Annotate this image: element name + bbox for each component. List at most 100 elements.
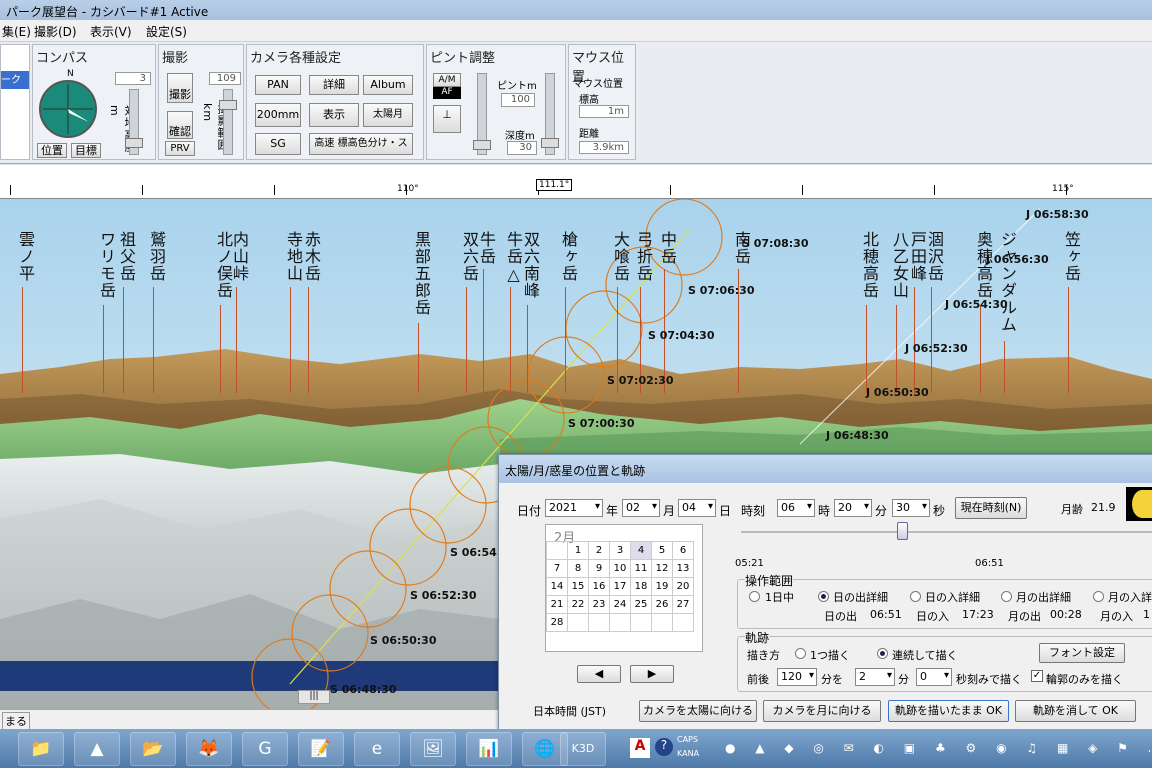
focus-slider[interactable]	[473, 73, 491, 155]
calendar-day[interactable]: 11	[630, 559, 652, 578]
calendar-day[interactable]: 4	[630, 541, 652, 560]
calendar-day[interactable]: 28	[546, 613, 568, 632]
shoot-range-field[interactable]: 109	[209, 72, 241, 85]
range-allday-radio[interactable]	[749, 591, 760, 602]
step-spinner[interactable]: 2	[855, 668, 895, 686]
left-list-item[interactable]: ーク展	[1, 71, 29, 101]
calendar-day[interactable]: 6	[672, 541, 694, 560]
ok-keep-track-button[interactable]: 軌跡を描いたまま OK	[888, 700, 1009, 722]
calendar-day[interactable]: 24	[609, 595, 631, 614]
time-slider-track[interactable]	[741, 531, 1152, 533]
taskbar-app-icon[interactable]: G	[242, 732, 288, 766]
calendar-day[interactable]: 5	[651, 541, 673, 560]
ground-height-thumb[interactable]	[125, 138, 143, 148]
taskbar-app-icon[interactable]: 📁	[18, 732, 64, 766]
calendar-day[interactable]: 13	[672, 559, 694, 578]
pan-button[interactable]: PAN	[255, 75, 301, 95]
next-month-button[interactable]: ▶	[630, 665, 674, 683]
calendar-day[interactable]: 8	[567, 559, 589, 578]
calendar-day[interactable]: 17	[609, 577, 631, 596]
calendar-day[interactable]: 1	[567, 541, 589, 560]
calendar-day[interactable]: 16	[588, 577, 610, 596]
compass-dial[interactable]	[39, 80, 97, 138]
zoom-200-button[interactable]: 200mm	[255, 103, 301, 127]
ok-clear-track-button[interactable]: 軌跡を消して OK	[1015, 700, 1136, 722]
menu-settings[interactable]: 設定(S)	[146, 23, 187, 40]
display-button[interactable]: 表示	[309, 103, 359, 127]
taskbar-app-icon[interactable]: 📝	[298, 732, 344, 766]
calendar-day[interactable]: 27	[672, 595, 694, 614]
system-tray-icons[interactable]: ● ▲ ◆ ◎ ✉ ◐ ▣ ♣ ⚙ ◉ ♫ ▦ ◈ ⚑ ♪ ◧ ▤	[725, 741, 1150, 755]
depth-slider[interactable]	[541, 73, 559, 155]
camera-to-sun-button[interactable]: カメラを太陽に向ける	[639, 700, 757, 722]
calendar-day[interactable]: 12	[651, 559, 673, 578]
dialog-title-bar[interactable]: 太陽/月/惑星の位置と軌跡	[499, 455, 1152, 483]
range-moonrise-radio[interactable]	[1001, 591, 1012, 602]
font-settings-button[interactable]: フォント設定	[1039, 643, 1125, 663]
time-slider-thumb[interactable]	[897, 522, 908, 540]
status-text[interactable]: まる	[2, 712, 30, 730]
menu-shoot[interactable]: 撮影(D)	[34, 23, 77, 40]
calendar-day[interactable]: 7	[546, 559, 568, 578]
colorize-button[interactable]: 高速 標高色分け・ス	[309, 133, 413, 155]
depth-thumb[interactable]	[541, 138, 559, 148]
detail-button[interactable]: 詳細	[309, 75, 359, 95]
target-button[interactable]: 目標	[71, 143, 101, 158]
minute-select[interactable]: 20	[834, 499, 872, 517]
ground-height-field[interactable]: 3	[115, 72, 151, 85]
now-button[interactable]: 現在時刻(N)	[955, 497, 1027, 519]
shoot-button[interactable]: 撮影	[167, 73, 193, 103]
draw-one-radio[interactable]	[795, 648, 806, 659]
taskbar-app-icon[interactable]: 📂	[130, 732, 176, 766]
azimuth-ruler[interactable]: 110° 111.1° 115°	[0, 165, 1152, 199]
range-sunrise-radio[interactable]	[818, 591, 829, 602]
calendar-day[interactable]: 18	[630, 577, 652, 596]
ground-height-slider[interactable]	[125, 89, 143, 155]
album-button[interactable]: Album	[363, 75, 413, 95]
left-list[interactable]: ーク展	[0, 44, 30, 160]
range-moonset-radio[interactable]	[1093, 591, 1104, 602]
second-select[interactable]: 30	[892, 499, 930, 517]
calendar-day[interactable]: 23	[588, 595, 610, 614]
taskbar-app-icon[interactable]: 🖼	[410, 732, 456, 766]
shoot-range-thumb[interactable]	[219, 100, 237, 110]
am-button[interactable]: A/M	[433, 73, 461, 87]
day-select[interactable]: 04	[678, 499, 716, 517]
taskbar-app-icon[interactable]: ▲	[74, 732, 120, 766]
hour-select[interactable]: 06	[777, 499, 815, 517]
confirm-button[interactable]: 確認	[167, 111, 193, 139]
camera-to-moon-button[interactable]: カメラを月に向ける	[763, 700, 881, 722]
year-select[interactable]: 2021	[545, 499, 603, 517]
prev-month-button[interactable]: ◀	[577, 665, 621, 683]
position-button[interactable]: 位置	[37, 143, 67, 158]
calendar-day[interactable]: 26	[651, 595, 673, 614]
calendar-day[interactable]: 2	[588, 541, 610, 560]
ime-icon[interactable]: A	[630, 738, 650, 758]
outline-only-checkbox[interactable]: ✓	[1031, 670, 1043, 682]
draw-cont-radio[interactable]	[877, 648, 888, 659]
taskbar-app-icon[interactable]: 📊	[466, 732, 512, 766]
taskbar-app-icon[interactable]: 🦊	[186, 732, 232, 766]
help-icon[interactable]: ?	[655, 738, 673, 756]
calendar-day[interactable]: 22	[567, 595, 589, 614]
shoot-range-slider[interactable]	[219, 89, 237, 155]
taskbar-app-icon[interactable]: K3D	[560, 732, 606, 766]
pint-field[interactable]: 100	[501, 93, 535, 107]
af-indicator[interactable]: AF	[433, 87, 461, 99]
calendar-day[interactable]: 19	[651, 577, 673, 596]
calendar-day[interactable]: 10	[609, 559, 631, 578]
focus-target-icon[interactable]: ⊥	[433, 105, 461, 133]
calendar-day[interactable]: 20	[672, 577, 694, 596]
taskbar-app-icon[interactable]: e	[354, 732, 400, 766]
before-after-spinner[interactable]: 120	[777, 668, 817, 686]
calendar-day[interactable]: 9	[588, 559, 610, 578]
sg-button[interactable]: SG	[255, 133, 301, 155]
sun-moon-button[interactable]: 太陽月	[363, 103, 413, 127]
calendar-day[interactable]: 14	[546, 577, 568, 596]
calendar-day[interactable]: 25	[630, 595, 652, 614]
focus-thumb[interactable]	[473, 140, 491, 150]
range-sunset-radio[interactable]	[910, 591, 921, 602]
scroll-grip[interactable]: |||	[298, 690, 330, 704]
calendar-day[interactable]: 15	[567, 577, 589, 596]
calendar-day[interactable]: 3	[609, 541, 631, 560]
